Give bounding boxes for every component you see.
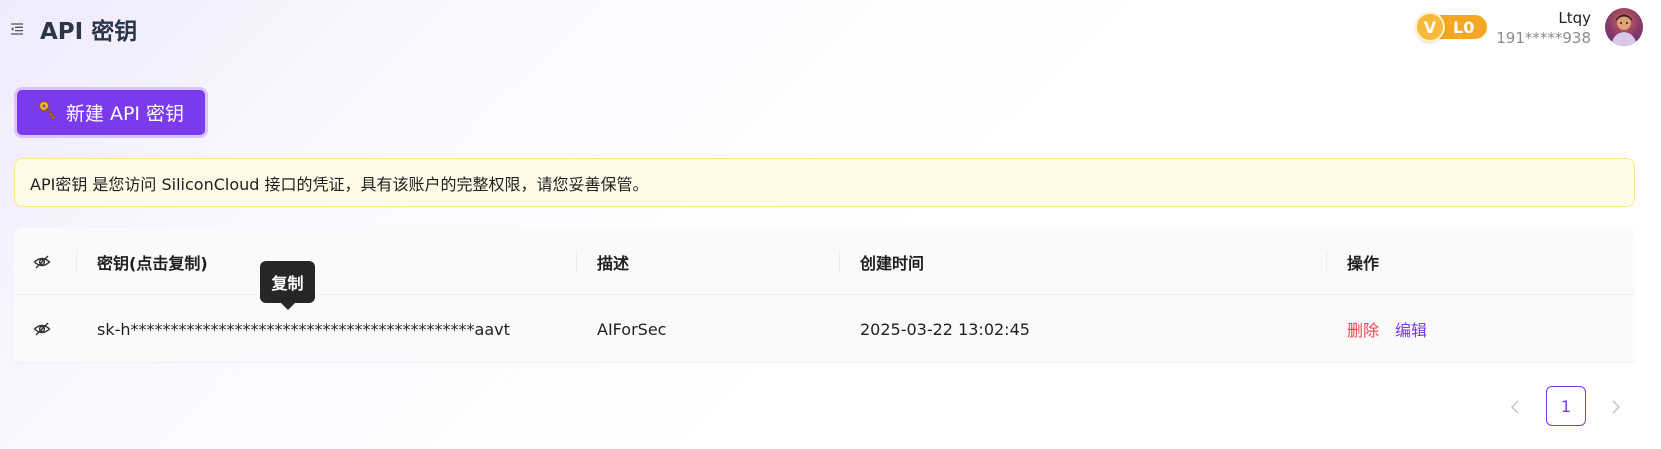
- user-name: Ltqy: [1558, 9, 1591, 27]
- avatar[interactable]: [1605, 8, 1643, 46]
- table-row: sk-h************************************…: [14, 295, 1635, 363]
- api-keys-table: 密钥(点击复制) 描述 创建时间 操作 sk-h****************…: [14, 228, 1635, 363]
- notice-banner: API密钥 是您访问 SiliconCloud 接口的凭证，具有该账户的完整权限…: [14, 158, 1635, 207]
- api-key-value[interactable]: sk-h************************************…: [97, 295, 510, 363]
- column-separator: [1326, 250, 1327, 274]
- table-header: 密钥(点击复制) 描述 创建时间 操作: [14, 228, 1635, 295]
- column-header-operations: 操作: [1347, 253, 1380, 273]
- column-header-description: 描述: [597, 253, 630, 273]
- user-info[interactable]: Ltqy 191*****938: [1496, 8, 1591, 48]
- page-title: API 密钥: [40, 19, 138, 45]
- vip-level-badge[interactable]: V L0: [1415, 12, 1487, 42]
- user-phone: 191*****938: [1496, 29, 1591, 47]
- header: API 密钥 V L0 Ltqy 191*****938: [0, 0, 1661, 60]
- edit-link[interactable]: 编辑: [1395, 317, 1427, 341]
- column-separator: [839, 250, 840, 274]
- api-key-description: AIForSec: [597, 319, 667, 339]
- menu-collapse-icon[interactable]: [10, 20, 24, 35]
- tooltip-arrow: [280, 302, 296, 310]
- create-api-key-label: 新建 API 密钥: [65, 103, 185, 125]
- copy-tooltip: 复制: [260, 261, 315, 303]
- delete-link[interactable]: 删除: [1347, 317, 1379, 341]
- create-api-key-button[interactable]: 新建 API 密钥: [14, 87, 208, 138]
- column-header-key: 密钥(点击复制): [97, 253, 208, 273]
- chevron-left-icon[interactable]: [1505, 397, 1525, 417]
- api-key-created-time: 2025-03-22 13:02:45: [860, 319, 1030, 339]
- toggle-visibility-icon[interactable]: [33, 295, 51, 363]
- column-header-created: 创建时间: [860, 253, 925, 273]
- chevron-right-icon[interactable]: [1606, 397, 1626, 417]
- key-icon: [38, 100, 58, 125]
- pagination-page-1[interactable]: 1: [1546, 386, 1586, 426]
- column-separator: [76, 250, 77, 274]
- notice-text: API密钥 是您访问 SiliconCloud 接口的凭证，具有该账户的完整权限…: [30, 174, 649, 194]
- toggle-visibility-all-icon[interactable]: [33, 228, 51, 295]
- row-actions: 删除 编辑: [1347, 295, 1427, 363]
- column-separator: [576, 250, 577, 274]
- vip-icon: V: [1415, 12, 1445, 42]
- vip-level: L0: [1453, 17, 1475, 37]
